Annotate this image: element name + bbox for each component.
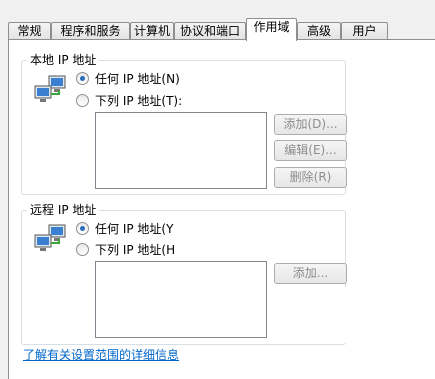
remote-ip-group-label: 远程 IP 地址 xyxy=(27,203,100,217)
network-computer-icon xyxy=(34,75,66,102)
network-computer-icon xyxy=(34,224,66,251)
remote-any-ip-label: 任何 IP 地址(Y xyxy=(95,222,174,236)
local-list-ip-option[interactable]: 下列 IP 地址(T): xyxy=(76,94,182,108)
local-edit-button[interactable]: 编辑(E)... xyxy=(274,140,347,161)
tab-general[interactable]: 常规 xyxy=(8,22,51,40)
local-ip-listbox[interactable] xyxy=(95,112,267,189)
local-list-ip-radio[interactable] xyxy=(76,94,89,107)
tab-users[interactable]: 用户 xyxy=(341,22,388,40)
remote-any-ip-radio[interactable] xyxy=(76,222,89,235)
tab-protocols-ports[interactable]: 协议和端口 xyxy=(174,22,246,40)
remote-list-ip-label: 下列 IP 地址(H xyxy=(95,243,176,257)
obscured-area xyxy=(271,287,351,343)
local-delete-button[interactable]: 删除(R) xyxy=(274,167,347,188)
remote-list-ip-radio[interactable] xyxy=(76,243,89,256)
local-ip-group-label: 本地 IP 地址 xyxy=(27,53,100,67)
local-any-ip-label: 任何 IP 地址(N) xyxy=(95,72,180,86)
tab-programs-services[interactable]: 程序和服务 xyxy=(51,22,130,40)
scope-tab-panel: 本地 IP 地址 任何 IP 地址(N) 下列 IP 地址(T): 添加(D).… xyxy=(8,39,435,379)
remote-ip-listbox[interactable] xyxy=(95,261,267,338)
tab-bar: 常规 程序和服务 计算机 协议和端口 作用域 高级 用户 xyxy=(0,16,435,41)
remote-list-ip-option[interactable]: 下列 IP 地址(H xyxy=(76,243,175,257)
local-list-ip-label: 下列 IP 地址(T): xyxy=(95,94,183,108)
remote-any-ip-option[interactable]: 任何 IP 地址(Y xyxy=(76,222,173,236)
tab-computers[interactable]: 计算机 xyxy=(130,22,174,40)
tab-advanced[interactable]: 高级 xyxy=(297,22,341,40)
local-any-ip-radio[interactable] xyxy=(76,72,89,85)
window-top-strip xyxy=(0,0,435,16)
local-add-button[interactable]: 添加(D)... xyxy=(274,114,347,135)
remote-add-button[interactable]: 添加... xyxy=(274,263,347,284)
local-any-ip-option[interactable]: 任何 IP 地址(N) xyxy=(76,72,180,86)
help-link[interactable]: 了解有关设置范围的详细信息 xyxy=(23,346,179,363)
tab-scope[interactable]: 作用域 xyxy=(246,18,297,41)
